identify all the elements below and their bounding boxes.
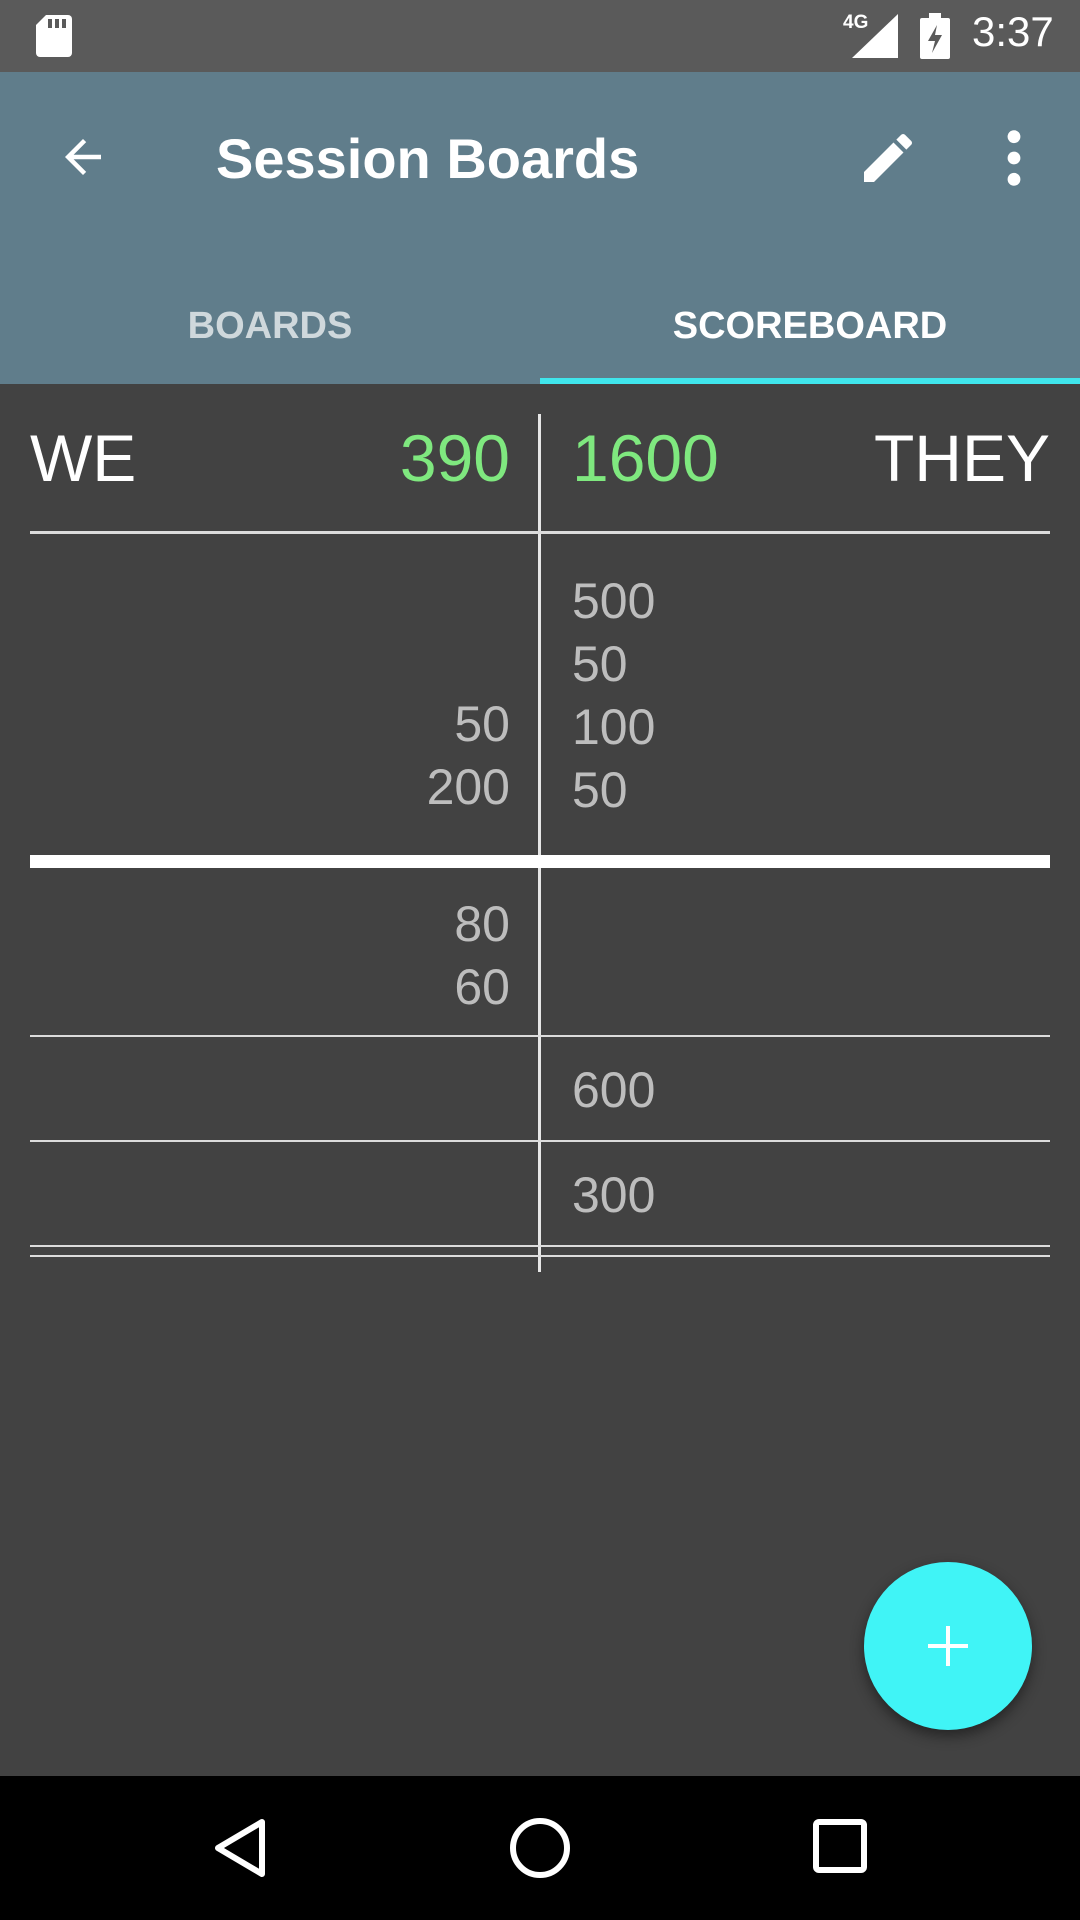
battery-charging-icon bbox=[920, 13, 950, 59]
header-divider bbox=[30, 531, 1050, 534]
score-entry: 50 bbox=[572, 636, 628, 692]
clock: 3:37 bbox=[972, 8, 1054, 55]
tab-selected-indicator bbox=[540, 378, 1080, 384]
app-bar: Session Boards BOARDS SCOREBOARD bbox=[0, 72, 1080, 384]
more-vert-icon[interactable] bbox=[994, 126, 1034, 190]
score-entry: 80 bbox=[454, 896, 510, 952]
game-1-we-column: 80 60 bbox=[454, 893, 510, 1019]
score-entry: 600 bbox=[572, 1062, 656, 1118]
game-3-they-column: 300 bbox=[572, 1164, 655, 1227]
status-bar: 4G 3:37 bbox=[0, 0, 1080, 72]
game-divider bbox=[30, 1140, 1050, 1142]
rubber-divider bbox=[30, 1245, 1050, 1247]
tab-boards[interactable]: BOARDS bbox=[0, 268, 540, 384]
we-total: 390 bbox=[399, 421, 510, 495]
tab-boards-label: BOARDS bbox=[187, 304, 353, 347]
navigation-bar bbox=[0, 1776, 1080, 1920]
tab-scoreboard-label: SCOREBOARD bbox=[672, 304, 948, 347]
nav-recents-icon[interactable] bbox=[812, 1818, 868, 1874]
score-entry: 200 bbox=[426, 759, 510, 815]
page-title: Session Boards bbox=[216, 127, 640, 190]
the-line bbox=[30, 855, 1050, 868]
nav-back-icon[interactable] bbox=[210, 1816, 270, 1880]
score-entry: 100 bbox=[572, 699, 656, 755]
score-entry: 300 bbox=[572, 1167, 656, 1223]
they-label: THEY bbox=[873, 421, 1050, 495]
score-entry: 500 bbox=[572, 573, 656, 629]
game-divider bbox=[30, 1035, 1050, 1037]
center-divider bbox=[538, 414, 541, 1272]
score-entry: 60 bbox=[454, 959, 510, 1015]
above-line-we-column: 50 200 bbox=[427, 693, 510, 819]
they-total: 1600 bbox=[572, 421, 719, 495]
score-entry: 50 bbox=[572, 762, 628, 818]
score-entry: 50 bbox=[454, 696, 510, 752]
back-arrow-icon[interactable] bbox=[56, 130, 110, 184]
tab-scoreboard[interactable]: SCOREBOARD bbox=[540, 268, 1080, 384]
signal-icon bbox=[852, 14, 898, 58]
sd-card-icon bbox=[36, 15, 72, 57]
we-label: WE bbox=[30, 421, 137, 495]
add-icon bbox=[928, 1626, 968, 1666]
game-2-they-column: 600 bbox=[572, 1059, 655, 1122]
above-line-they-column: 500 50 100 50 bbox=[572, 570, 655, 822]
add-score-button[interactable] bbox=[864, 1562, 1032, 1730]
rubber-divider bbox=[30, 1255, 1050, 1257]
nav-home-icon[interactable] bbox=[508, 1816, 572, 1880]
edit-pencil-icon[interactable] bbox=[856, 126, 920, 190]
